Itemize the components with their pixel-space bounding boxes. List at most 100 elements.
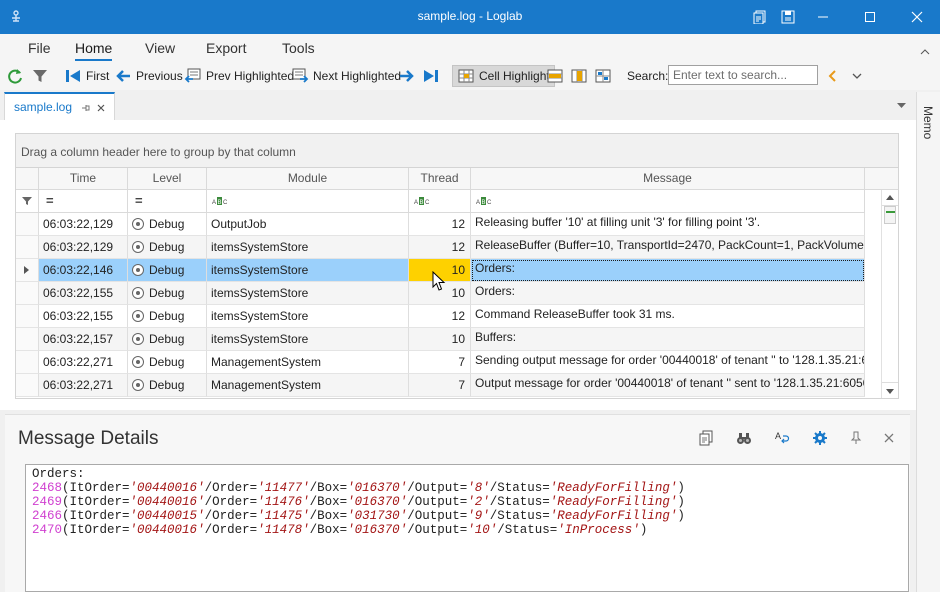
tab-export[interactable]: Export [206, 40, 246, 56]
cell-module[interactable]: ManagementSystem [207, 351, 409, 374]
document-tab[interactable]: sample.log [4, 92, 115, 120]
copy-icon[interactable] [698, 430, 714, 446]
search-input[interactable] [668, 65, 818, 85]
cell-module[interactable]: itemsSystemStore [207, 328, 409, 351]
cell-time[interactable]: 06:03:22,129 [39, 213, 128, 236]
details-line: 2468(ItOrder='00440016'/Order='11477'/Bo… [32, 481, 685, 495]
cell-message[interactable]: Orders: [471, 259, 865, 282]
cell-message[interactable]: Releasing buffer '10' at filling unit '3… [471, 213, 865, 236]
cell-level[interactable]: Debug [128, 305, 207, 328]
cell-time[interactable]: 06:03:22,146 [39, 259, 128, 282]
close-button[interactable] [894, 0, 940, 34]
group-panel[interactable]: Drag a column header here to group by th… [15, 133, 899, 168]
cell-level[interactable]: Debug [128, 213, 207, 236]
column-header-module[interactable]: Module [207, 168, 409, 190]
find-binoculars-icon[interactable] [736, 430, 752, 446]
table-row[interactable]: 06:03:22,155 Debug itemsSystemStore 12 C… [16, 305, 865, 328]
previous-button[interactable]: Previous [114, 65, 183, 87]
prev-highlighted-button[interactable]: Prev Highlighted [184, 65, 294, 87]
pin-icon[interactable] [81, 103, 91, 113]
maximize-button[interactable] [847, 0, 893, 34]
table-row[interactable]: 06:03:22,271 Debug ManagementSystem 7 Ou… [16, 374, 865, 397]
tab-tools[interactable]: Tools [282, 40, 315, 56]
cell-module[interactable]: ManagementSystem [207, 374, 409, 397]
cell-module[interactable]: OutputJob [207, 213, 409, 236]
filter-thread[interactable]: ABC [409, 190, 471, 213]
cell-module[interactable]: itemsSystemStore [207, 259, 409, 282]
scroll-thumb[interactable] [884, 206, 896, 224]
cell-thread[interactable]: 7 [409, 374, 471, 397]
cell-level[interactable]: Debug [128, 282, 207, 305]
row-highlight-button[interactable] [546, 65, 568, 87]
filter-button[interactable] [31, 65, 53, 87]
cell-message[interactable]: Output message for order '00440018' of t… [471, 374, 865, 397]
cell-time[interactable]: 06:03:22,271 [39, 351, 128, 374]
last-button[interactable] [422, 65, 444, 87]
cell-level[interactable]: Debug [128, 374, 207, 397]
table-row[interactable]: 06:03:22,129 Debug OutputJob 12 Releasin… [16, 213, 865, 236]
tab-home[interactable]: Home [75, 40, 113, 61]
cell-thread[interactable]: 12 [409, 305, 471, 328]
table-row[interactable]: 06:03:22,157 Debug itemsSystemStore 10 B… [16, 328, 865, 351]
column-header-level[interactable]: Level [128, 168, 207, 190]
cell-message[interactable]: ReleaseBuffer (Buffer=10, TransportId=24… [471, 236, 865, 259]
pin-panel-icon[interactable] [848, 430, 864, 446]
first-icon [66, 70, 80, 82]
close-tab-icon[interactable] [97, 104, 105, 112]
cell-module[interactable]: itemsSystemStore [207, 236, 409, 259]
grid-vertical-scrollbar[interactable] [881, 190, 898, 398]
message-details-text[interactable]: Orders: 2468(ItOrder='00440016'/Order='1… [25, 464, 909, 592]
grid-highlight-button[interactable] [594, 65, 616, 87]
cell-message[interactable]: Orders: [471, 282, 865, 305]
cell-message[interactable]: Sending output message for order '004400… [471, 351, 865, 374]
filter-time[interactable]: = [39, 190, 128, 213]
cell-level[interactable]: Debug [128, 351, 207, 374]
cell-thread[interactable]: 12 [409, 236, 471, 259]
refresh-button[interactable] [6, 65, 28, 87]
filter-module[interactable]: ABC [207, 190, 409, 213]
cell-time[interactable]: 06:03:22,129 [39, 236, 128, 259]
next-button[interactable] [398, 65, 420, 87]
cell-level[interactable]: Debug [128, 236, 207, 259]
cell-module[interactable]: itemsSystemStore [207, 305, 409, 328]
cell-time[interactable]: 06:03:22,155 [39, 282, 128, 305]
column-header-time[interactable]: Time [39, 168, 128, 190]
close-panel-icon[interactable] [881, 430, 897, 446]
cell-time[interactable]: 06:03:22,271 [39, 374, 128, 397]
document-tabs: sample.log [0, 92, 916, 120]
cell-thread[interactable]: 7 [409, 351, 471, 374]
collapse-ribbon-button[interactable] [920, 44, 930, 58]
cell-thread[interactable]: 12 [409, 213, 471, 236]
scroll-down-button[interactable] [882, 382, 898, 398]
search-options-button[interactable] [851, 65, 867, 87]
table-row[interactable]: 06:03:22,271 Debug ManagementSystem 7 Se… [16, 351, 865, 374]
cell-highlight-button[interactable]: Cell Highlight [452, 65, 555, 87]
first-button[interactable]: First [64, 65, 109, 87]
cell-message[interactable]: Command ReleaseBuffer took 31 ms. [471, 305, 865, 328]
word-wrap-icon[interactable]: A [774, 430, 790, 446]
search-previous-button[interactable] [826, 65, 844, 87]
mouse-cursor-icon [432, 271, 446, 291]
column-header-message[interactable]: Message [471, 168, 865, 190]
cell-thread[interactable]: 10 [409, 328, 471, 351]
scroll-up-button[interactable] [882, 190, 898, 206]
next-highlighted-button[interactable]: Next Highlighted [291, 65, 401, 87]
settings-gear-icon[interactable] [812, 430, 828, 446]
filter-level[interactable]: = [128, 190, 207, 213]
tab-file[interactable]: File [28, 40, 51, 56]
cell-time[interactable]: 06:03:22,155 [39, 305, 128, 328]
cell-level[interactable]: Debug [128, 328, 207, 351]
tab-list-icon[interactable] [897, 103, 906, 109]
tab-view[interactable]: View [145, 40, 175, 56]
cell-module[interactable]: itemsSystemStore [207, 282, 409, 305]
svg-text:A: A [476, 200, 480, 206]
table-row[interactable]: 06:03:22,129 Debug itemsSystemStore 12 R… [16, 236, 865, 259]
cell-message[interactable]: Buffers: [471, 328, 865, 351]
cell-time[interactable]: 06:03:22,157 [39, 328, 128, 351]
filter-message[interactable]: ABC [471, 190, 865, 213]
column-header-thread[interactable]: Thread [409, 168, 471, 190]
column-highlight-button[interactable] [570, 65, 592, 87]
minimize-button[interactable] [800, 0, 846, 34]
cell-level[interactable]: Debug [128, 259, 207, 282]
memo-panel-tab[interactable]: Memo [916, 92, 940, 592]
